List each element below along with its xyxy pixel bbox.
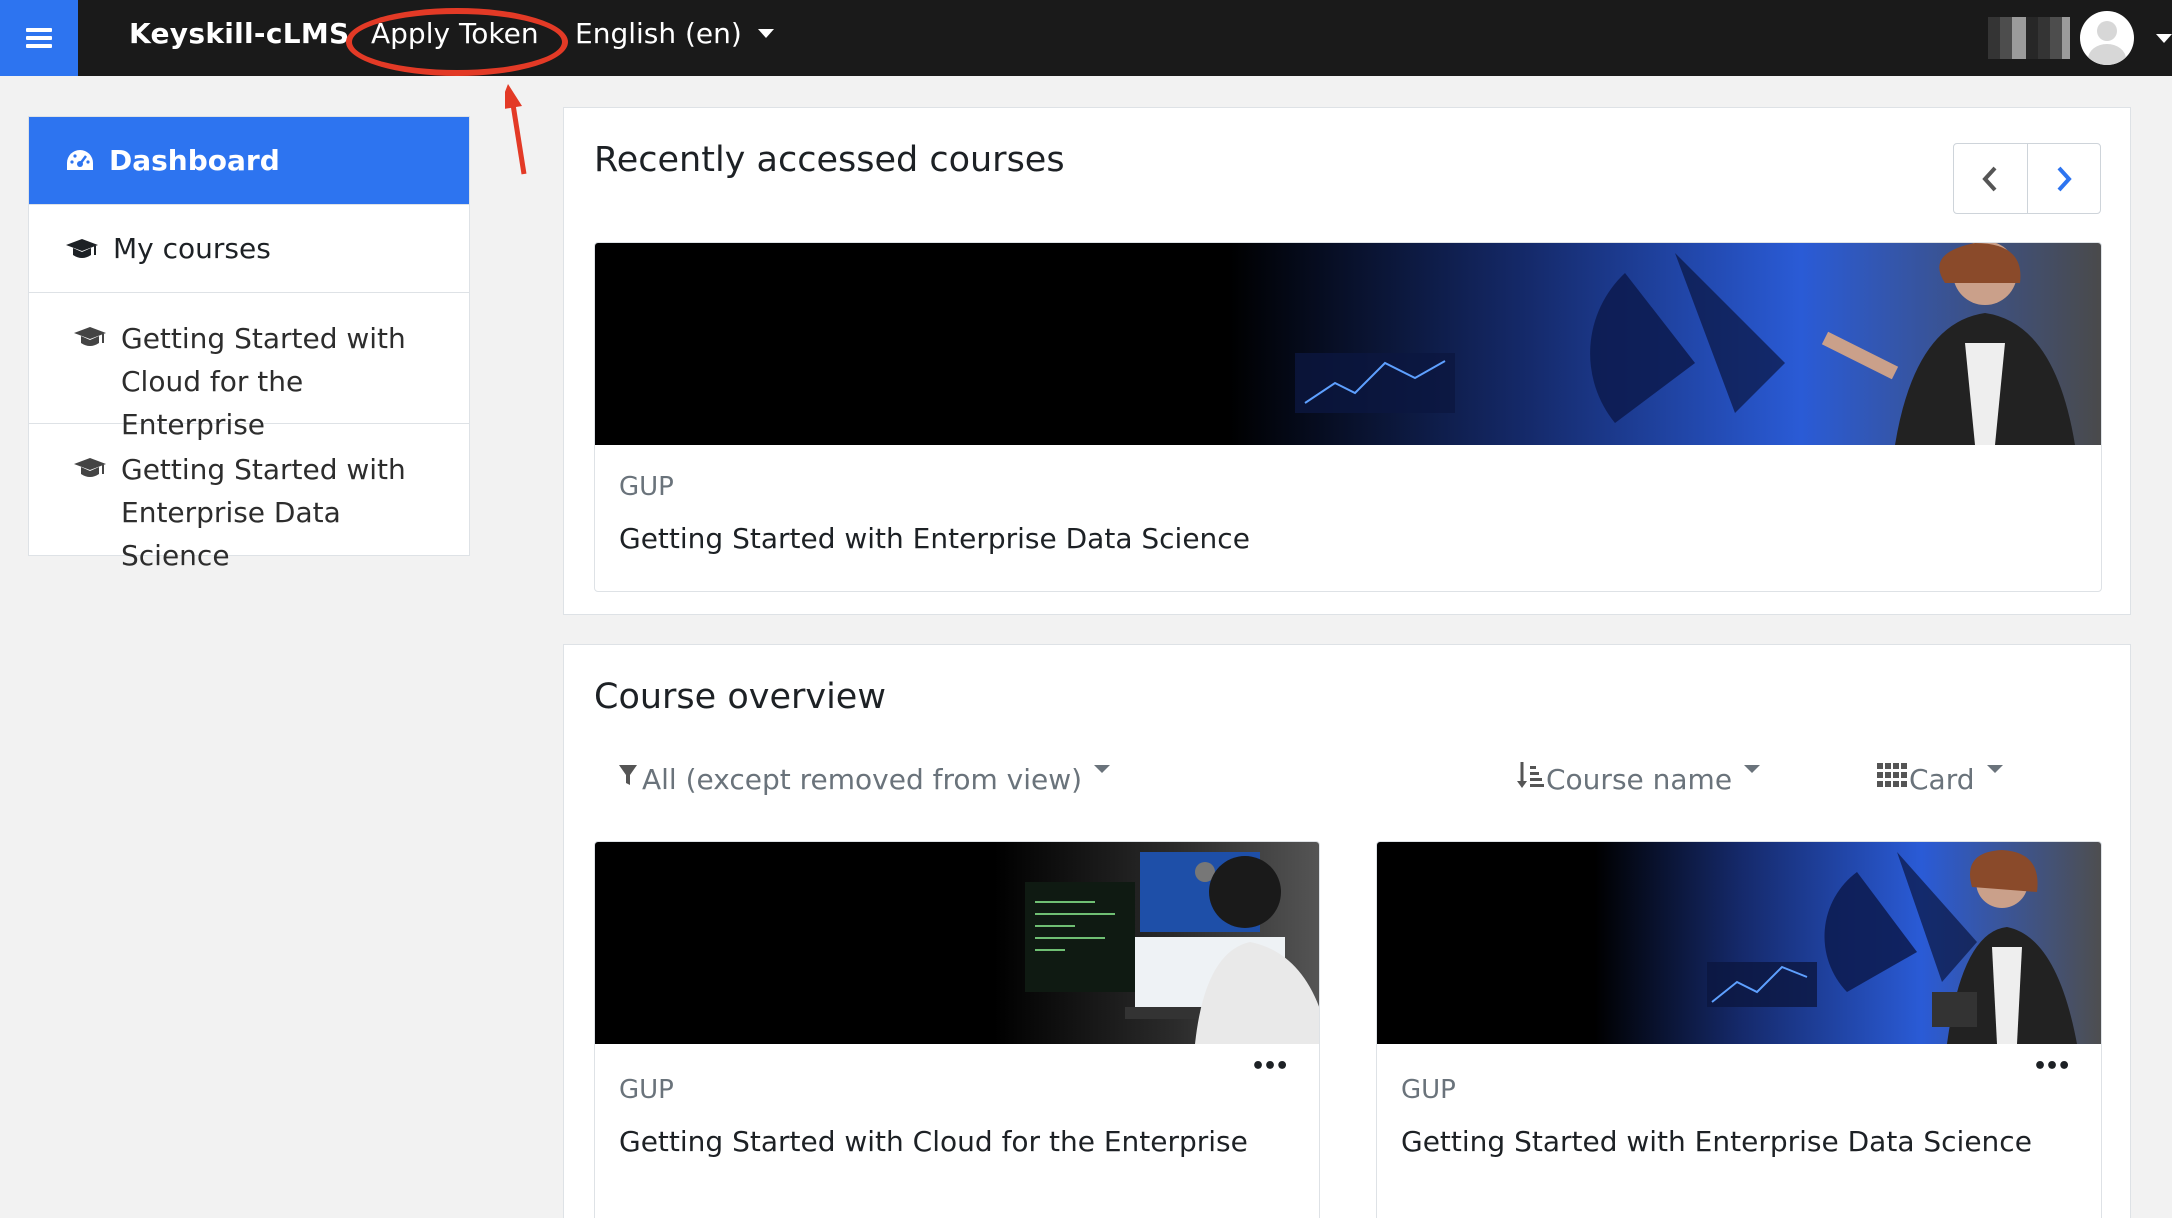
- course-category: GUP: [619, 472, 674, 502]
- graduation-cap-icon: [66, 238, 98, 258]
- course-image-presenter: [1377, 842, 2101, 1044]
- course-name-link[interactable]: Getting Started with Enterprise Data Sci…: [619, 522, 1250, 555]
- course-image-developer: [595, 842, 1319, 1044]
- course-card[interactable]: ••• GUP Getting Started with Enterprise …: [1376, 841, 2102, 1218]
- prev-button[interactable]: [1954, 144, 2028, 213]
- sidebar-item-course-cloud[interactable]: Getting Started with Cloud for the Enter…: [29, 293, 469, 441]
- chevron-down-icon: [2156, 33, 2172, 43]
- chevron-down-icon: [757, 29, 774, 38]
- sort-dropdown[interactable]: Course name: [1516, 761, 1761, 796]
- recent-courses-pager: [1953, 143, 2101, 214]
- course-overview-block: Course overview All (except removed from…: [563, 644, 2131, 1218]
- user-name-redacted: [1988, 17, 2070, 59]
- course-image[interactable]: [595, 842, 1319, 1044]
- filter-label: All (except removed from view): [642, 763, 1083, 796]
- graduation-cap-icon: [74, 327, 106, 346]
- sidebar-item-label: Getting Started with Cloud for the Enter…: [121, 322, 406, 441]
- sidebar-item-label: Getting Started with Enterprise Data Sci…: [121, 453, 406, 572]
- course-category: GUP: [619, 1075, 674, 1105]
- next-button[interactable]: [2028, 144, 2101, 213]
- sort-icon: [1517, 761, 1544, 788]
- sidebar-item-my-courses[interactable]: My courses: [29, 205, 469, 293]
- recent-course-card[interactable]: GUP Getting Started with Enterprise Data…: [594, 242, 2102, 592]
- course-overview-title: Course overview: [594, 677, 886, 717]
- sidebar-item-label: My courses: [113, 232, 271, 265]
- view-dropdown[interactable]: Card: [1877, 762, 2003, 796]
- annotation-highlight-ring: [346, 8, 568, 76]
- recent-courses-title: Recently accessed courses: [594, 140, 1065, 180]
- course-category: GUP: [1401, 1075, 1456, 1105]
- course-name-link[interactable]: Getting Started with Cloud for the Enter…: [619, 1125, 1248, 1158]
- language-label: English (en): [575, 17, 742, 50]
- sort-label: Course name: [1546, 763, 1733, 796]
- view-label: Card: [1909, 763, 1975, 796]
- chevron-down-icon: [1986, 764, 2003, 773]
- hamburger-icon: [26, 28, 52, 48]
- language-menu[interactable]: English (en): [575, 17, 774, 50]
- chevron-down-icon: [1094, 764, 1111, 773]
- sidebar-item-dashboard[interactable]: Dashboard: [29, 117, 469, 205]
- course-name-link[interactable]: Getting Started with Enterprise Data Sci…: [1401, 1125, 2032, 1158]
- chevron-right-icon: [2057, 166, 2072, 191]
- grouping-filter-dropdown[interactable]: All (except removed from view): [618, 763, 1111, 796]
- graduation-cap-icon: [74, 458, 106, 477]
- dashboard-icon: [67, 149, 93, 170]
- top-navbar: Keyskill-cLMS Apply Token English (en): [0, 0, 2172, 76]
- more-options-icon[interactable]: •••: [2033, 1054, 2071, 1079]
- chevron-left-icon: [1982, 166, 1997, 191]
- course-image-presenter: [595, 243, 2101, 445]
- sidebar-nav: Dashboard My courses Getting Started wit…: [28, 116, 470, 572]
- recent-courses-block: Recently accessed courses GUP Getting St…: [563, 107, 2131, 615]
- chevron-down-icon: [1744, 764, 1761, 773]
- grid-view-icon: [1877, 762, 1907, 787]
- site-brand[interactable]: Keyskill-cLMS: [129, 17, 350, 50]
- filter-icon: [619, 764, 637, 785]
- course-card[interactable]: ••• GUP Getting Started with Cloud for t…: [594, 841, 1320, 1218]
- sidebar-item-label: Dashboard: [109, 144, 280, 177]
- user-menu[interactable]: [1988, 0, 2172, 76]
- drawer-toggle-button[interactable]: [0, 0, 78, 76]
- course-image[interactable]: [1377, 842, 2101, 1044]
- more-options-icon[interactable]: •••: [1251, 1054, 1289, 1079]
- course-image[interactable]: [595, 243, 2101, 445]
- avatar: [2080, 11, 2134, 65]
